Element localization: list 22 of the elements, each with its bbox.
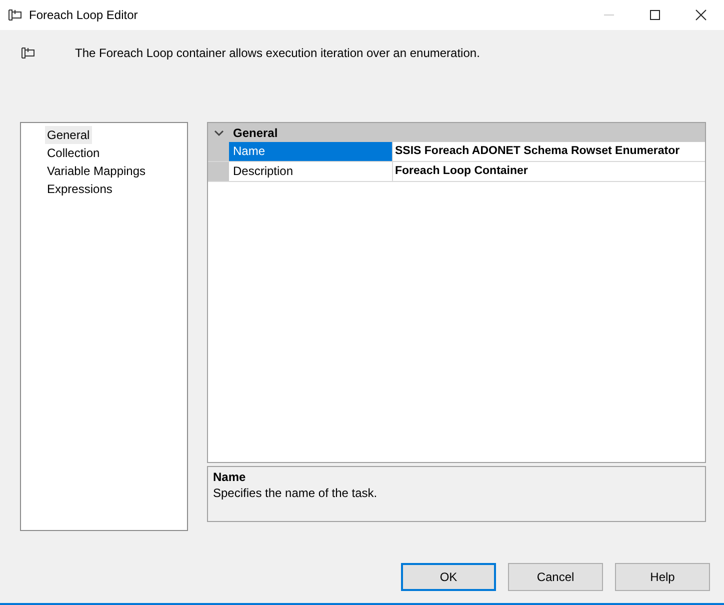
dialog-button[interactable]: Cancel — [508, 563, 603, 591]
property-name[interactable]: Name — [229, 142, 393, 161]
container-icon — [21, 47, 35, 59]
row-gutter — [208, 162, 229, 181]
dialog-button[interactable]: OK — [401, 563, 496, 591]
category-label: General — [233, 126, 278, 140]
close-icon — [695, 9, 707, 21]
dialog-button[interactable]: Help — [615, 563, 710, 591]
page-list-item[interactable]: General — [45, 126, 92, 144]
property-value[interactable]: Foreach Loop Container — [393, 162, 705, 181]
window-icon — [8, 9, 22, 21]
page-list-item[interactable]: Expressions — [45, 180, 114, 198]
page-list-item[interactable]: Variable Mappings — [45, 162, 148, 180]
property-name[interactable]: Description — [229, 162, 393, 181]
header-description: The Foreach Loop container allows execution iteration over an enumeration. — [75, 46, 480, 60]
property-value[interactable]: SSIS Foreach ADONET Schema Rowset Enumerator — [393, 142, 705, 161]
chevron-icon[interactable] — [214, 128, 224, 136]
maximize-icon — [649, 9, 661, 21]
page-list-item[interactable]: Collection — [45, 144, 102, 162]
help-title: Name — [213, 470, 247, 484]
help-text: Specifies the name of the task. — [213, 486, 378, 500]
window-title: Foreach Loop Editor — [29, 8, 138, 22]
